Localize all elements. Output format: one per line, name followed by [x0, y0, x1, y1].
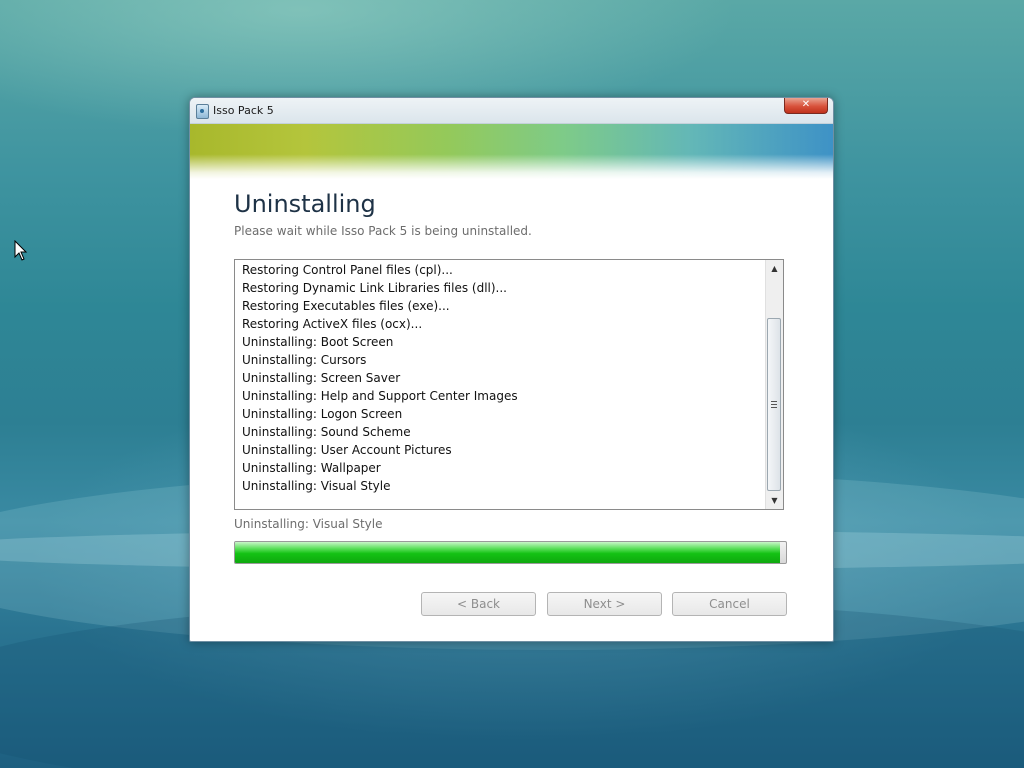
log-line: Uninstalling: Visual Style [242, 479, 391, 493]
progress-fill [235, 542, 781, 563]
uninstall-log[interactable]: Restoring Control Panel files (cpl)... Re… [234, 259, 784, 510]
scroll-grip-icon [771, 401, 777, 408]
log-line: Uninstalling: Logon Screen [242, 407, 403, 421]
installer-window: Isso Pack 5 ✕ Uninstalling Please wait w… [189, 97, 834, 642]
page-title: Uninstalling [234, 190, 376, 218]
log-line: Restoring Dynamic Link Libraries files (… [242, 281, 507, 295]
log-line: Uninstalling: Help and Support Center Im… [242, 389, 518, 403]
log-line: Uninstalling: Cursors [242, 353, 367, 367]
status-text: Uninstalling: Visual Style [234, 517, 383, 531]
scroll-thumb[interactable] [767, 318, 781, 491]
log-line: Uninstalling: User Account Pictures [242, 443, 452, 457]
mouse-pointer-icon [14, 240, 28, 261]
log-scrollbar[interactable]: ▲ ▼ [765, 260, 783, 509]
log-line: Uninstalling: Wallpaper [242, 461, 381, 475]
log-line: Uninstalling: Screen Saver [242, 371, 401, 385]
header-banner [190, 124, 833, 179]
log-line: Uninstalling: Sound Scheme [242, 425, 411, 439]
log-line: Restoring Executables files (exe)... [242, 299, 450, 313]
scroll-down-arrow-icon[interactable]: ▼ [766, 492, 783, 509]
log-list: Restoring Control Panel files (cpl)... Re… [235, 260, 767, 509]
app-icon [196, 104, 209, 119]
next-button[interactable]: Next > [547, 592, 662, 616]
title-bar[interactable]: Isso Pack 5 ✕ [190, 98, 833, 124]
progress-bar [234, 541, 787, 564]
log-line: Uninstalling: Boot Screen [242, 335, 394, 349]
scroll-up-arrow-icon[interactable]: ▲ [766, 260, 783, 277]
log-line: Restoring Control Panel files (cpl)... [242, 263, 453, 277]
back-button[interactable]: < Back [421, 592, 536, 616]
cancel-button[interactable]: Cancel [672, 592, 787, 616]
desktop: Isso Pack 5 ✕ Uninstalling Please wait w… [0, 0, 1024, 768]
log-line: Restoring ActiveX files (ocx)... [242, 317, 423, 331]
window-title: Isso Pack 5 [213, 104, 274, 117]
close-button[interactable]: ✕ [784, 98, 828, 114]
page-subtitle: Please wait while Isso Pack 5 is being u… [234, 224, 532, 238]
